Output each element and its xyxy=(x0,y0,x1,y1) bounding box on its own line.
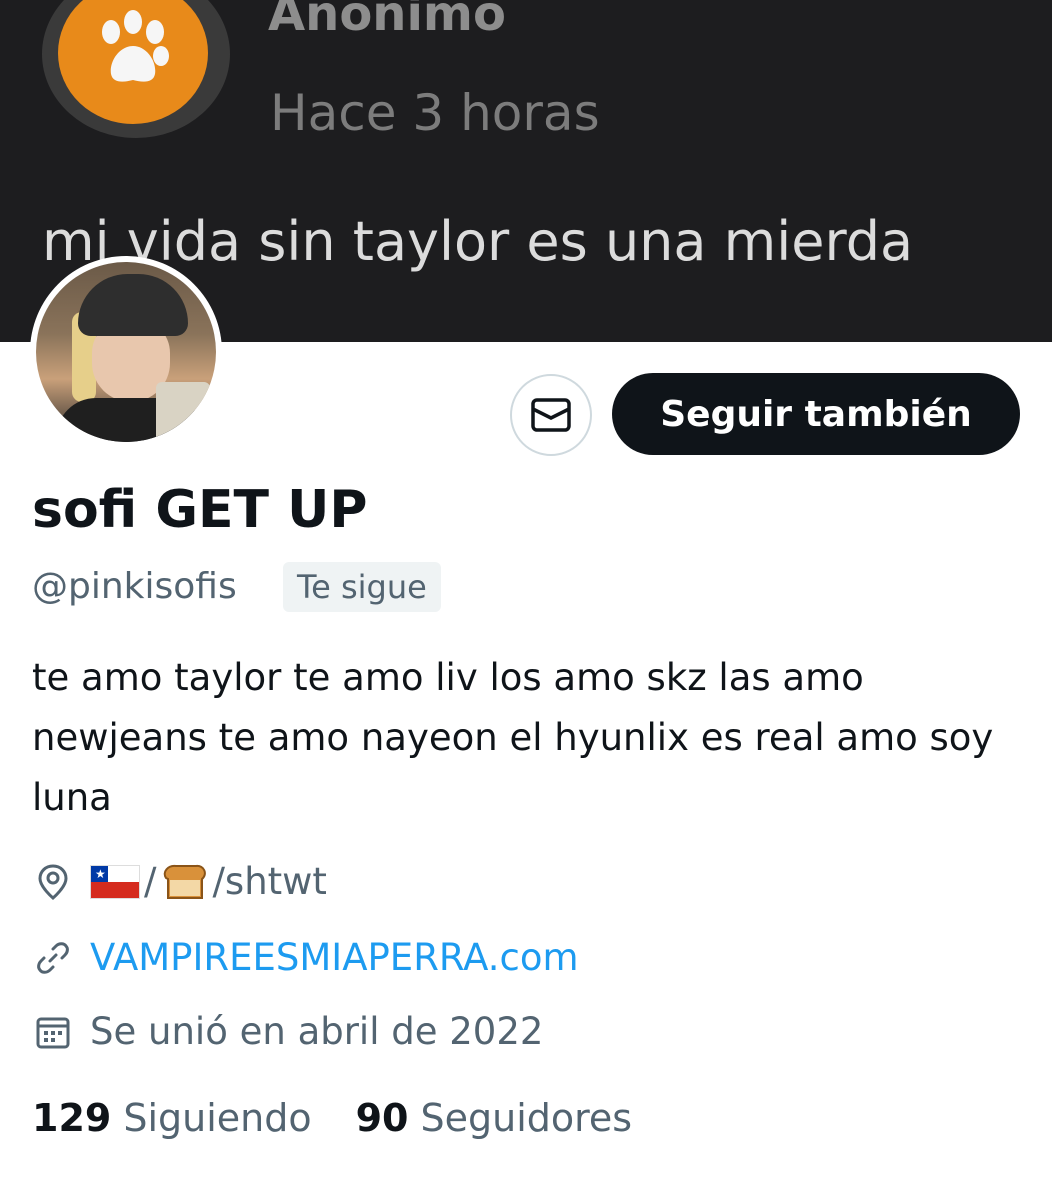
follow-stats: 129 Siguiendo 90 Seguidores xyxy=(32,1096,676,1140)
link-icon xyxy=(32,937,74,979)
banner-message: mi vida sin taylor es una mierda xyxy=(42,210,914,273)
profile-joined: Se unió en abril de 2022 xyxy=(32,1010,543,1053)
profile-avatar[interactable] xyxy=(30,256,222,448)
user-handle: @pinkisofis xyxy=(32,566,237,607)
following-label: Siguiendo xyxy=(123,1096,312,1140)
follows-you-badge: Te sigue xyxy=(283,562,441,612)
display-name: sofi GET UP xyxy=(32,480,368,540)
message-button[interactable] xyxy=(510,374,592,456)
follow-back-button[interactable]: Seguir también xyxy=(612,373,1020,455)
calendar-icon xyxy=(32,1011,74,1053)
banner-author-name: Anonimo xyxy=(268,0,506,42)
location-text: /shtwt xyxy=(212,860,327,903)
following-stat[interactable]: 129 Siguiendo xyxy=(32,1096,312,1140)
profile-bio: te amo taylor te amo liv los amo skz las… xyxy=(32,656,994,819)
paw-icon xyxy=(102,10,169,82)
following-count: 129 xyxy=(32,1096,112,1140)
joined-date: Se unió en abril de 2022 xyxy=(90,1010,544,1053)
followers-count: 90 xyxy=(355,1096,409,1140)
envelope-icon xyxy=(531,398,571,432)
profile-location: ★ / /shtwt xyxy=(32,860,327,903)
banner-timestamp: Hace 3 horas xyxy=(270,84,600,142)
location-pin-icon xyxy=(32,861,74,903)
profile-website[interactable]: VAMPIREESMIAPERRA.com xyxy=(32,936,579,979)
avatar-photo xyxy=(36,262,216,442)
website-link[interactable]: VAMPIREESMIAPERRA.com xyxy=(90,936,579,979)
followers-stat[interactable]: 90 Seguidores xyxy=(356,1096,633,1140)
location-separator: / xyxy=(144,860,157,903)
followers-label: Seguidores xyxy=(420,1096,633,1140)
bread-icon xyxy=(164,864,207,899)
chile-flag-icon: ★ xyxy=(90,864,140,899)
